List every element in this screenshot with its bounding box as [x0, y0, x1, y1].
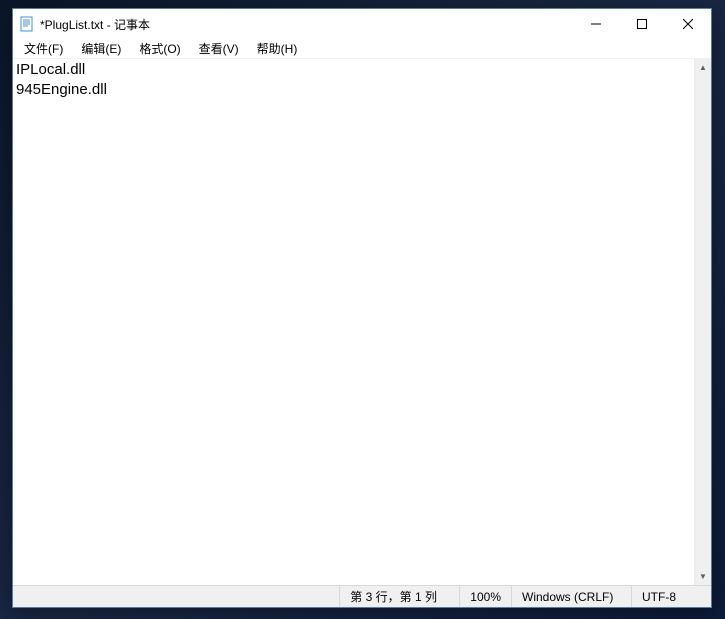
minimize-button[interactable] — [573, 9, 619, 39]
scroll-track[interactable] — [695, 76, 711, 568]
vertical-scrollbar[interactable]: ▲ ▼ — [694, 59, 711, 585]
scroll-up-arrow-icon[interactable]: ▲ — [695, 59, 711, 76]
window-title: *PlugList.txt - 记事本 — [40, 16, 573, 33]
close-icon — [683, 19, 693, 29]
close-button[interactable] — [665, 9, 711, 39]
menu-view[interactable]: 查看(V) — [190, 38, 248, 59]
status-encoding: UTF-8 — [631, 586, 711, 607]
titlebar[interactable]: *PlugList.txt - 记事本 — [13, 9, 711, 39]
menu-format[interactable]: 格式(O) — [130, 38, 189, 59]
maximize-button[interactable] — [619, 9, 665, 39]
notepad-icon — [19, 16, 35, 32]
status-cursor-position: 第 3 行，第 1 列 — [339, 586, 459, 607]
minimize-icon — [591, 19, 601, 29]
text-editor[interactable] — [13, 59, 694, 585]
menubar: 文件(F) 编辑(E) 格式(O) 查看(V) 帮助(H) — [13, 39, 711, 59]
status-zoom: 100% — [459, 586, 511, 607]
scroll-down-arrow-icon[interactable]: ▼ — [695, 568, 711, 585]
menu-help[interactable]: 帮助(H) — [248, 38, 307, 59]
editor-area: ▲ ▼ — [13, 59, 711, 585]
menu-file[interactable]: 文件(F) — [15, 38, 72, 59]
menu-edit[interactable]: 编辑(E) — [72, 38, 130, 59]
notepad-window: *PlugList.txt - 记事本 文件(F) 编辑(E) 格式(O) 查看… — [12, 8, 712, 608]
statusbar: 第 3 行，第 1 列 100% Windows (CRLF) UTF-8 — [13, 585, 711, 607]
status-line-ending: Windows (CRLF) — [511, 586, 631, 607]
window-controls — [573, 9, 711, 39]
maximize-icon — [637, 19, 647, 29]
